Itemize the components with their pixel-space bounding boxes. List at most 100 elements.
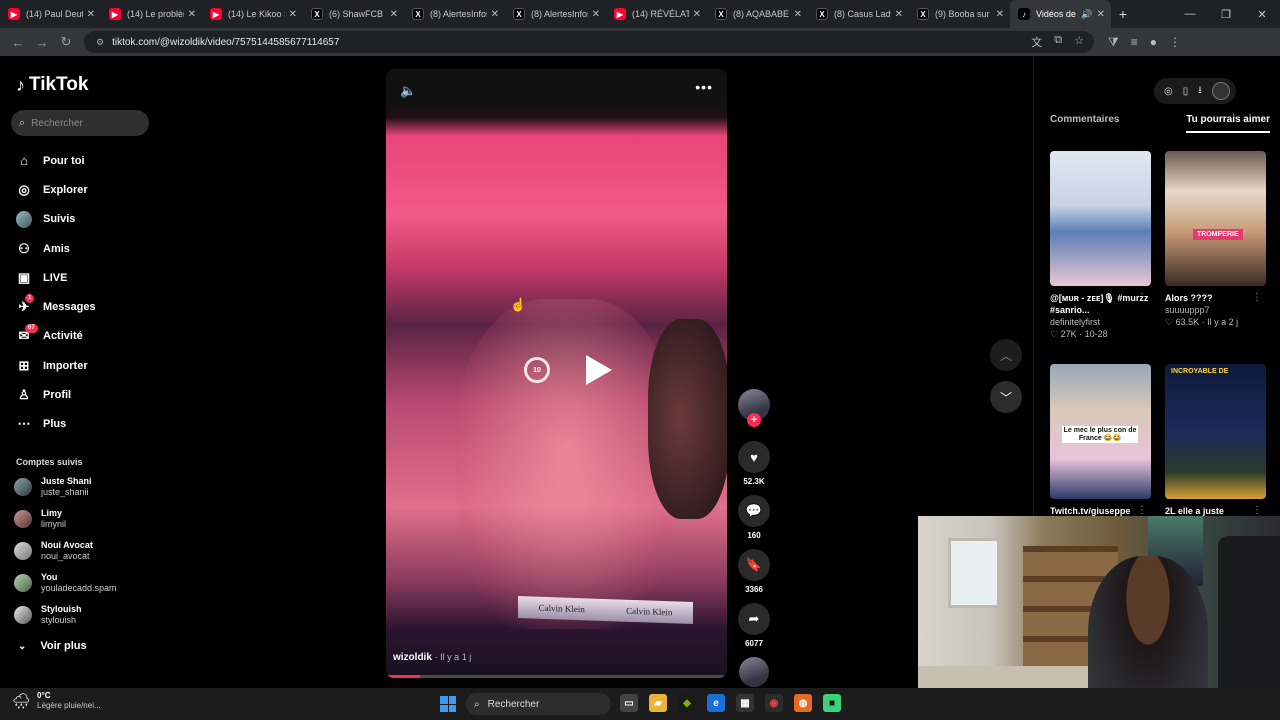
video-thumbnail[interactable]: Le mec le plus con de France 😂😂 <box>1050 364 1151 499</box>
rewind-10-icon[interactable]: 10 <box>524 357 550 383</box>
store-icon[interactable]: ▦ <box>736 694 754 712</box>
close-tab-icon[interactable]: ✕ <box>693 9 701 20</box>
forward-icon[interactable]: → <box>30 30 54 54</box>
video-progress-bar[interactable] <box>386 675 727 678</box>
sidebar-item-pour-toi[interactable]: ⌂ Pour toi <box>16 146 156 175</box>
file-explorer-icon[interactable]: ▰ <box>649 694 667 712</box>
suggested-video-card[interactable]: Le mec le plus con de France 😂😂 ⋮ Twitch.t… <box>1050 364 1151 517</box>
browser-tab[interactable]: X (6) ShawFCB sur ✕ <box>303 0 404 28</box>
close-tab-icon[interactable]: ✕ <box>491 9 499 20</box>
device-icon[interactable]: ▯ <box>1183 86 1189 97</box>
followed-account[interactable]: Juste Shani juste_shanii <box>14 476 154 498</box>
firefox-icon[interactable]: ◍ <box>794 694 812 712</box>
close-window-icon[interactable]: ✕ <box>1244 0 1280 28</box>
share-button[interactable]: ➦ <box>738 603 770 635</box>
extensions-icon[interactable]: ⧩ <box>1108 35 1119 50</box>
translate-icon[interactable]: 文 <box>1031 34 1042 50</box>
tab-suggested[interactable]: Tu pourrais aimer <box>1186 114 1270 133</box>
close-tab-icon[interactable]: ✕ <box>188 9 196 20</box>
video-thumbnail[interactable]: INCROYABLE DE <box>1165 364 1266 499</box>
sidebar-item-amis[interactable]: ⚇ Amis <box>16 234 156 263</box>
close-tab-icon[interactable]: ✕ <box>390 9 398 20</box>
explore-icon[interactable]: ◎ <box>1164 86 1173 97</box>
close-tab-icon[interactable]: ✕ <box>1097 9 1105 20</box>
video-author[interactable]: wizoldik <box>393 652 432 663</box>
suggested-video-card[interactable]: TROMPERIE ⋮ Alors ???? suuuuppp7 ♡ 63.5K · I… <box>1165 151 1266 328</box>
sidebar-item-importer[interactable]: ⊞ Importer <box>16 351 156 380</box>
close-tab-icon[interactable]: ✕ <box>996 9 1004 20</box>
chrome-icon[interactable]: ◉ <box>765 694 783 712</box>
back-icon[interactable]: ← <box>6 30 30 54</box>
reload-icon[interactable]: ↻ <box>54 30 78 54</box>
suggested-video-card[interactable]: INCROYABLE DE ⋮ 2L elle a juste <box>1165 364 1266 517</box>
sidebar-item-profil[interactable]: ♙ Profil <box>16 380 156 409</box>
comment-button[interactable]: 💬 <box>738 495 770 527</box>
previous-video-button[interactable]: ︿ <box>990 339 1022 371</box>
weather-widget[interactable]: 🌧 0°C Légère pluie/nei... <box>12 691 101 711</box>
close-tab-icon[interactable]: ✕ <box>289 9 297 20</box>
card-more-icon[interactable]: ⋮ <box>1252 505 1262 516</box>
tab-comments[interactable]: Commentaires <box>1050 114 1119 133</box>
edge-icon[interactable]: e <box>707 694 725 712</box>
close-tab-icon[interactable]: ✕ <box>87 9 95 20</box>
browser-tab[interactable]: X (8) AQABABE s ✕ <box>707 0 808 28</box>
new-tab-icon[interactable]: + <box>1111 6 1135 22</box>
followed-account[interactable]: Stylouish stylouish <box>14 604 154 626</box>
video-player[interactable]: Calvin Klein Calvin Klein 🔈 ••• 10 ☝ wiz… <box>386 69 727 678</box>
followed-account[interactable]: Noui Avocat noui_avocat <box>14 540 154 562</box>
sidebar-item-plus[interactable]: ⋯ Plus <box>16 410 156 439</box>
sidebar-item-suivis[interactable]: Suivis <box>16 205 156 234</box>
site-info-icon[interactable]: ⚙ <box>96 37 104 48</box>
sidebar-item-explorer[interactable]: ◎ Explorer <box>16 175 156 204</box>
card-more-icon[interactable]: ⋮ <box>1252 292 1262 303</box>
nvidia-icon[interactable]: ◆ <box>678 694 696 712</box>
user-avatar[interactable] <box>1211 82 1230 100</box>
media-icon[interactable]: ≡ <box>1131 35 1138 50</box>
browser-tab[interactable]: ▶ (14) Le problème ✕ <box>101 0 202 28</box>
browser-tab[interactable]: ▶ (14) Le Kikoo Sé ✕ <box>202 0 303 28</box>
suggested-video-card[interactable]: ⋮ @[ᴍᴜʀ - ᴢᴇᴇ]🎙 #murzz #sanrio... definite… <box>1050 151 1151 340</box>
video-thumbnail[interactable]: TROMPERIE <box>1165 151 1266 286</box>
card-more-icon[interactable]: ⋮ <box>1137 292 1147 303</box>
app-icon[interactable]: ■ <box>823 694 841 712</box>
video-thumbnail[interactable] <box>1050 151 1151 286</box>
url-field[interactable]: ⚙ tiktok.com/@wizoldik/video/75751445856… <box>84 31 1094 53</box>
taskbar-search[interactable]: ⌕ Rechercher <box>466 693 611 715</box>
browser-menu-icon[interactable]: ⋮ <box>1169 35 1181 50</box>
browser-tab[interactable]: X (9) Booba sur X ✕ <box>909 0 1010 28</box>
search-input[interactable]: ⌕ Rechercher <box>11 110 149 136</box>
sidebar-item-activité[interactable]: ✉ 67 Activité <box>16 322 156 351</box>
install-icon[interactable]: ⧉ <box>1054 34 1062 50</box>
browser-tab[interactable]: ♪ Vidéos de 🔊 ✕ <box>1010 0 1111 28</box>
follow-plus-icon[interactable]: + <box>747 413 761 427</box>
tiktok-logo[interactable]: ♪ TikTok <box>16 74 88 96</box>
followed-account[interactable]: You youladecadd.spam <box>14 572 154 594</box>
followed-account[interactable]: Limy limynil <box>14 508 154 530</box>
like-button[interactable]: ♥ <box>738 441 770 473</box>
windows-start-icon[interactable] <box>440 696 456 712</box>
mute-icon[interactable]: 🔈 <box>400 83 416 99</box>
see-more-button[interactable]: ⌄ Voir plus <box>18 640 87 652</box>
music-disc-avatar[interactable] <box>739 657 769 687</box>
browser-tab[interactable]: X (8) Casus Lady ✕ <box>808 0 909 28</box>
close-tab-icon[interactable]: ✕ <box>592 9 600 20</box>
card-more-icon[interactable]: ⋮ <box>1137 505 1147 516</box>
browser-tab[interactable]: ▶ (14) Paul Deutsc ✕ <box>0 0 101 28</box>
browser-tab[interactable]: X (8) AlertesInfos ✕ <box>404 0 505 28</box>
sidebar-item-messages[interactable]: ✈ 1 Messages <box>16 292 156 321</box>
profile-icon[interactable]: ● <box>1150 35 1157 50</box>
next-video-button[interactable]: ﹀ <box>990 381 1022 413</box>
sidebar-item-live[interactable]: ▣ LIVE <box>16 263 156 292</box>
browser-tab[interactable]: ▶ (14) RÉVÉLATIO ✕ <box>606 0 707 28</box>
play-icon[interactable] <box>586 355 612 385</box>
task-view-icon[interactable]: ▭ <box>620 694 638 712</box>
video-more-icon[interactable]: ••• <box>695 79 713 95</box>
save-button[interactable]: 🔖 <box>738 549 770 581</box>
bookmark-star-icon[interactable]: ☆ <box>1074 34 1084 50</box>
browser-tab[interactable]: X (8) AlertesInfos ✕ <box>505 0 606 28</box>
minimize-icon[interactable]: — <box>1172 0 1208 28</box>
download-icon[interactable]: ⭳ <box>1198 83 1202 100</box>
tab-audio-icon[interactable]: 🔊 <box>1081 9 1092 20</box>
close-tab-icon[interactable]: ✕ <box>794 9 802 20</box>
restore-icon[interactable]: ❐ <box>1208 0 1244 28</box>
